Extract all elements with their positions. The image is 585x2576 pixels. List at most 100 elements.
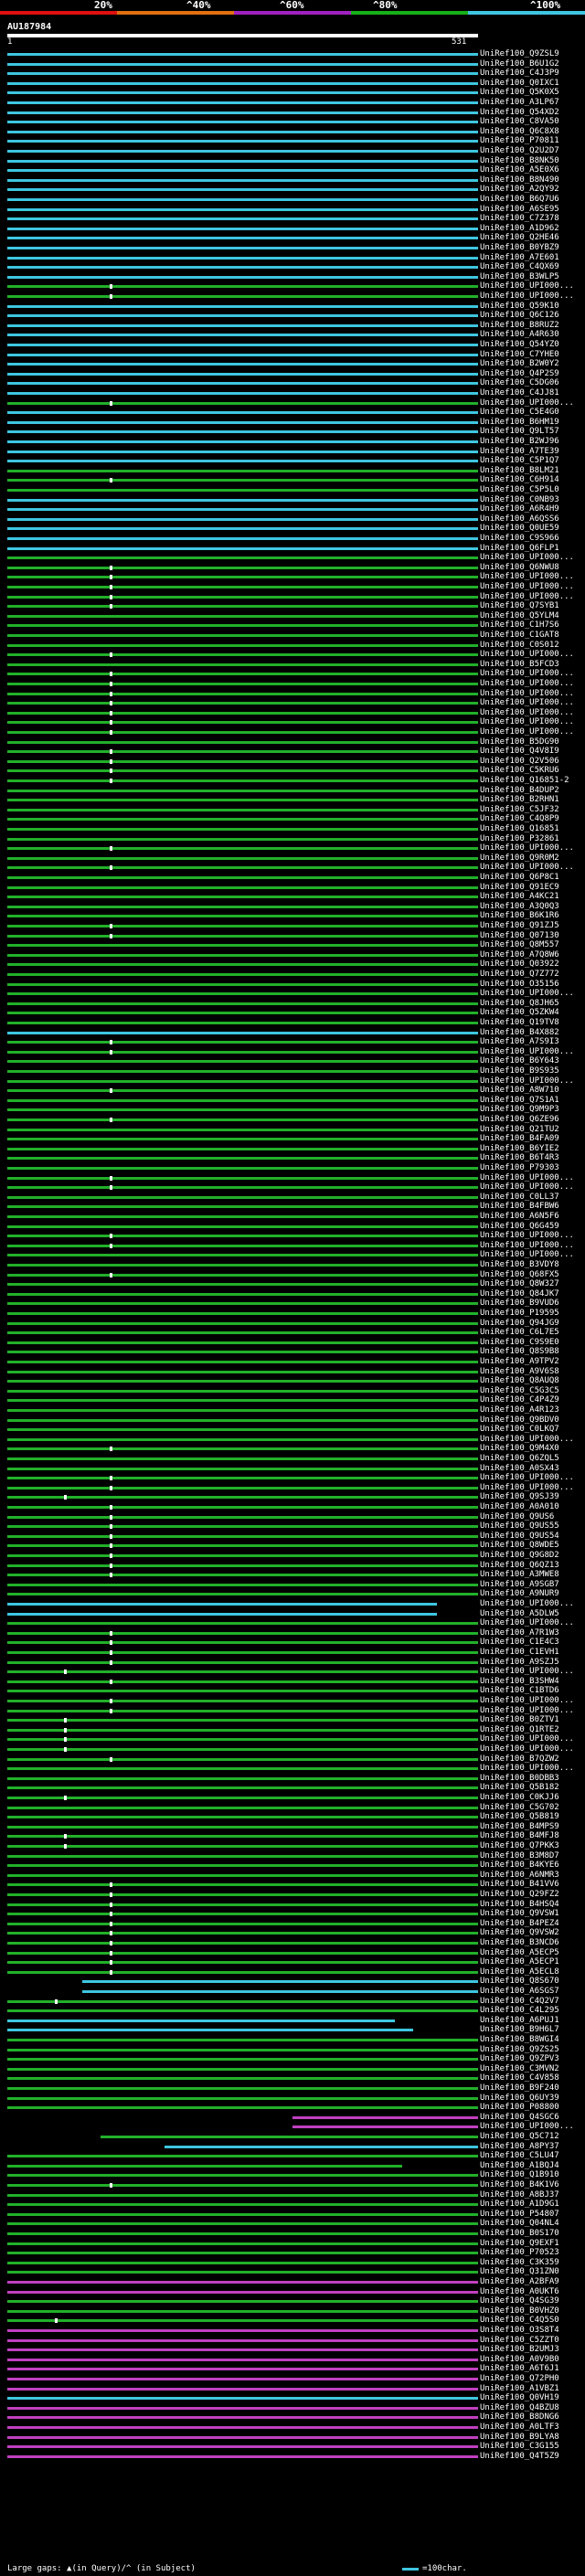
- hit-label[interactable]: UniRef100_C4P4Z9: [480, 1395, 559, 1405]
- hit-row[interactable]: UniRef100_A9TPV2: [0, 1357, 585, 1367]
- hit-label[interactable]: UniRef100_A6SGS7: [480, 1987, 559, 1997]
- alignment-bar[interactable]: [7, 1767, 478, 1771]
- hit-label[interactable]: UniRef100_Q6P8C1: [480, 873, 559, 883]
- hit-row[interactable]: UniRef100_A0V9B0: [0, 2355, 585, 2365]
- hit-label[interactable]: UniRef100_Q31ZN0: [480, 2267, 559, 2277]
- alignment-bar[interactable]: [7, 624, 478, 628]
- alignment-bar[interactable]: [7, 314, 478, 318]
- alignment-bar[interactable]: [7, 1544, 478, 1548]
- hit-row[interactable]: UniRef100_A8PY37: [0, 2142, 585, 2152]
- hit-label[interactable]: UniRef100_A0V9B0: [480, 2355, 559, 2365]
- hit-row[interactable]: UniRef100_A1BQJ4: [0, 2161, 585, 2171]
- alignment-bar[interactable]: [7, 169, 478, 173]
- hit-label[interactable]: UniRef100_A9SGB7: [480, 1580, 559, 1590]
- hit-label[interactable]: UniRef100_B4FA09: [480, 1134, 559, 1144]
- hit-row[interactable]: UniRef100_Q5K0X5: [0, 88, 585, 98]
- hit-label[interactable]: UniRef100_A6T6J1: [480, 2364, 559, 2374]
- hit-row[interactable]: UniRef100_UPI000...: [0, 398, 585, 408]
- hit-row[interactable]: UniRef100_B9S935: [0, 1066, 585, 1076]
- hit-row[interactable]: UniRef100_Q9M9P3: [0, 1105, 585, 1115]
- alignment-bar[interactable]: [7, 2019, 395, 2022]
- hit-row[interactable]: UniRef100_O3S8T4: [0, 2326, 585, 2336]
- alignment-bar[interactable]: [7, 925, 478, 928]
- hit-row[interactable]: UniRef100_UPI000...: [0, 292, 585, 302]
- hit-row[interactable]: UniRef100_UPI000...: [0, 582, 585, 592]
- hit-row[interactable]: UniRef100_B3NCD6: [0, 1938, 585, 1948]
- alignment-bar[interactable]: [7, 489, 478, 492]
- hit-label[interactable]: UniRef100_Q9VSW1: [480, 1909, 559, 1919]
- hit-label[interactable]: UniRef100_Q21TU2: [480, 1125, 559, 1135]
- alignment-bar[interactable]: [7, 1264, 478, 1267]
- hit-label[interactable]: UniRef100_B0YBZ9: [480, 243, 559, 253]
- hit-row[interactable]: UniRef100_Q0UE59: [0, 524, 585, 534]
- alignment-bar[interactable]: [7, 111, 478, 114]
- hit-row[interactable]: UniRef100_A3Q0Q3: [0, 902, 585, 912]
- hit-row[interactable]: UniRef100_C4J3P9: [0, 69, 585, 79]
- hit-row[interactable]: UniRef100_B2UMJ3: [0, 2345, 585, 2355]
- alignment-bar[interactable]: [7, 2309, 478, 2313]
- alignment-bar[interactable]: [7, 1157, 478, 1161]
- alignment-bar[interactable]: [7, 1835, 478, 1839]
- hit-row[interactable]: UniRef100_Q7PKK3: [0, 1841, 585, 1851]
- hit-label[interactable]: UniRef100_Q91ZJ5: [480, 921, 559, 931]
- hit-label[interactable]: UniRef100_Q94JG9: [480, 1319, 559, 1329]
- alignment-bar[interactable]: [7, 1951, 478, 1955]
- hit-label[interactable]: UniRef100_B3M8D7: [480, 1851, 559, 1861]
- hit-row[interactable]: UniRef100_C5DG06: [0, 378, 585, 388]
- hit-label[interactable]: UniRef100_C6H914: [480, 475, 559, 485]
- hit-row[interactable]: UniRef100_C5JF32: [0, 805, 585, 815]
- hit-label[interactable]: UniRef100_Q9VSW2: [480, 1928, 559, 1938]
- hit-label[interactable]: UniRef100_Q6ZE96: [480, 1115, 559, 1125]
- hit-label[interactable]: UniRef100_B4KYE6: [480, 1860, 559, 1871]
- hit-row[interactable]: UniRef100_B4FBW6: [0, 1202, 585, 1212]
- hit-row[interactable]: UniRef100_C5E4G0: [0, 408, 585, 418]
- hit-row[interactable]: UniRef100_B4DUP2: [0, 786, 585, 796]
- hit-row[interactable]: UniRef100_Q9VSW2: [0, 1928, 585, 1938]
- alignment-bar[interactable]: [7, 159, 478, 163]
- alignment-bar[interactable]: [7, 1195, 478, 1199]
- hit-label[interactable]: UniRef100_A0UKT6: [480, 2287, 559, 2297]
- hit-row[interactable]: UniRef100_UPI000...: [0, 669, 585, 679]
- hit-row[interactable]: UniRef100_Q9M4X0: [0, 1444, 585, 1454]
- alignment-bar[interactable]: [7, 673, 478, 676]
- hit-row[interactable]: UniRef100_Q9G8D2: [0, 1551, 585, 1561]
- hit-label[interactable]: UniRef100_UPI000...: [480, 1599, 574, 1609]
- hit-label[interactable]: UniRef100_A5ECP5: [480, 1948, 559, 1958]
- hit-label[interactable]: UniRef100_Q1RTE2: [480, 1725, 559, 1735]
- hit-row[interactable]: UniRef100_C1E4C3: [0, 1638, 585, 1648]
- alignment-bar[interactable]: [7, 2368, 478, 2371]
- hit-label[interactable]: UniRef100_Q4T5Z9: [480, 2452, 559, 2462]
- hit-label[interactable]: UniRef100_C1GAT8: [480, 631, 559, 641]
- alignment-bar[interactable]: [7, 275, 478, 279]
- alignment-bar[interactable]: [7, 508, 478, 512]
- hit-row[interactable]: UniRef100_A5DLW5: [0, 1609, 585, 1619]
- alignment-bar[interactable]: [7, 1612, 437, 1616]
- hit-row[interactable]: UniRef100_Q7SYB1: [0, 601, 585, 611]
- alignment-bar[interactable]: [7, 2067, 478, 2071]
- alignment-bar[interactable]: [7, 614, 478, 618]
- hit-label[interactable]: UniRef100_UPI000...: [480, 1250, 574, 1260]
- hit-label[interactable]: UniRef100_Q8WDE5: [480, 1541, 559, 1551]
- hit-row[interactable]: UniRef100_C7YHE0: [0, 350, 585, 360]
- alignment-bar[interactable]: [7, 1302, 478, 1306]
- alignment-bar[interactable]: [7, 247, 478, 249]
- hit-row[interactable]: UniRef100_UPI000...: [0, 1667, 585, 1677]
- alignment-bar[interactable]: [7, 285, 478, 289]
- hit-row[interactable]: UniRef100_B4K1V6: [0, 2180, 585, 2190]
- alignment-bar[interactable]: [7, 2242, 478, 2245]
- hit-label[interactable]: UniRef100_B8N490: [480, 175, 559, 186]
- hit-row[interactable]: UniRef100_Q4SG39: [0, 2296, 585, 2306]
- alignment-bar[interactable]: [7, 1690, 478, 1693]
- hit-label[interactable]: UniRef100_Q9ZPV3: [480, 2054, 559, 2064]
- hit-label[interactable]: UniRef100_C0LKQ7: [480, 1425, 559, 1435]
- hit-label[interactable]: UniRef100_C4Q2V7: [480, 1997, 559, 2007]
- hit-row[interactable]: UniRef100_A1VBZ1: [0, 2384, 585, 2394]
- alignment-bar[interactable]: [7, 963, 478, 967]
- hit-label[interactable]: UniRef100_B6Y643: [480, 1056, 559, 1066]
- hit-label[interactable]: UniRef100_A6PUJ1: [480, 2016, 559, 2026]
- alignment-bar[interactable]: [7, 953, 478, 957]
- hit-row[interactable]: UniRef100_B4KYE6: [0, 1860, 585, 1871]
- alignment-bar[interactable]: [7, 702, 478, 705]
- alignment-bar[interactable]: [7, 634, 478, 637]
- hit-row[interactable]: UniRef100_Q94JG9: [0, 1319, 585, 1329]
